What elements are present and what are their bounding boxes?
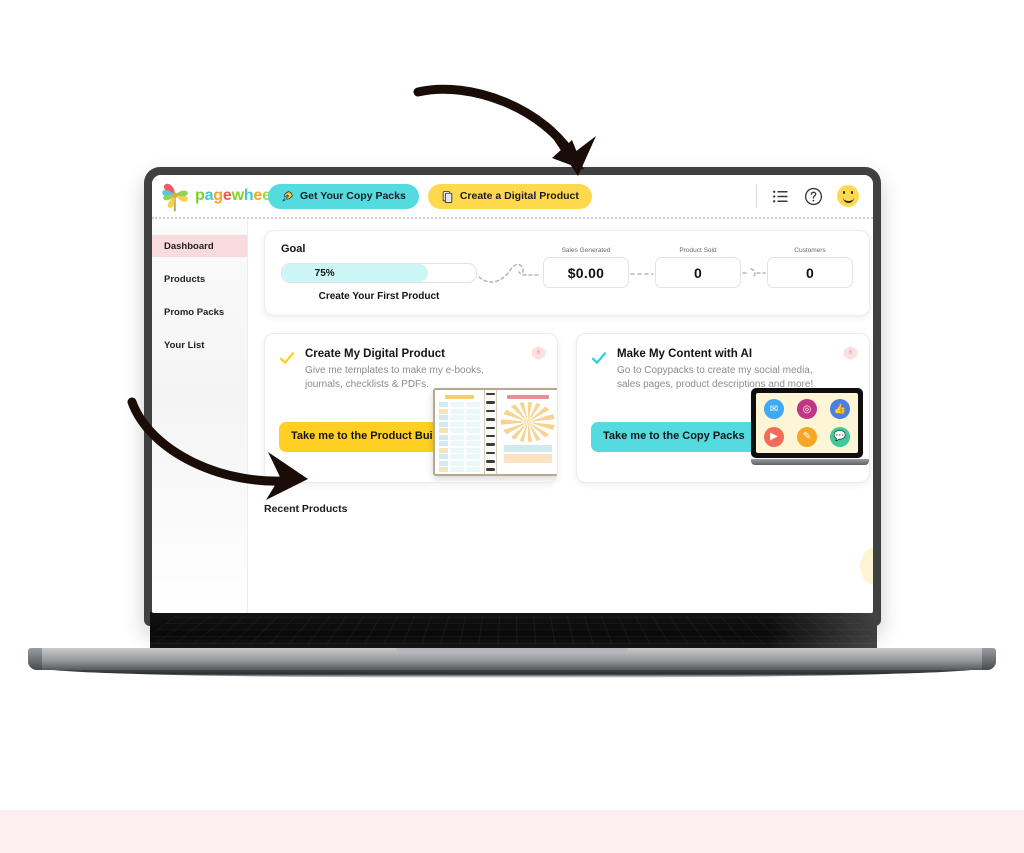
sidebar-item-dashboard[interactable]: Dashboard: [152, 235, 247, 257]
stat-value: 0: [767, 257, 853, 288]
brand-letter: e: [222, 187, 232, 204]
dotted-connector-1: [478, 263, 540, 283]
stat-label: Sales Generated: [561, 247, 611, 254]
email-icon: ✉: [764, 399, 784, 420]
goal-progress-label: 75%: [314, 267, 335, 279]
topbar-right-icons: [756, 185, 873, 207]
stat-label: Product Sold: [679, 247, 717, 254]
create-digital-product-button[interactable]: Create a Digital Product: [427, 183, 592, 209]
sidebar-item-your-list[interactable]: Your List: [152, 334, 247, 356]
thumbs-up-icon: 👍: [830, 399, 850, 420]
checkmark-icon: [591, 352, 607, 364]
mini-laptop-screen: ✉ ◎ 👍 ▶ ✎ 💬: [751, 388, 863, 458]
dotted-connector-2: [630, 272, 654, 275]
stat-value: 0: [655, 257, 741, 288]
rocket-icon: [282, 190, 293, 202]
planner-wheel-chart: [501, 402, 555, 442]
smiley-avatar[interactable]: [837, 185, 859, 207]
goal-subtitle: Create Your First Product: [318, 291, 440, 302]
question-circle-icon[interactable]: [804, 187, 823, 206]
sidebar-item-promo-packs[interactable]: Promo Packs: [152, 301, 247, 323]
sidebar-item-label: Dashboard: [164, 240, 214, 252]
card-title: Make My Content with AI: [617, 348, 753, 360]
card-header: Make My Content with AI Go to Copypacks …: [591, 348, 855, 392]
pinwheel-icon: [162, 183, 188, 212]
goal-card: Goal 75% Create Your First Product Sales…: [264, 230, 870, 316]
create-digital-product-label: Create a Digital Product: [459, 190, 579, 202]
brand-letter: h: [243, 187, 254, 204]
chat-widget-button[interactable]: [860, 545, 873, 587]
make-content-with-ai-card: 6 Make My Content with AI Go to Copypack…: [576, 333, 870, 483]
planner-notebook-image: [433, 388, 557, 476]
brand-letter: e: [253, 187, 263, 204]
topbar-actions: Get Your Copy Packs Create a Digital Pro…: [268, 183, 592, 209]
stat-sales-generated: Sales Generated $0.00: [543, 247, 629, 288]
planner-heading-bar: [507, 395, 549, 399]
planner-footer-band: [504, 445, 552, 452]
goal-progress-bar: 75%: [281, 263, 477, 283]
stat-value: $0.00: [543, 257, 629, 288]
stat-product-sold: Product Sold 0: [655, 247, 741, 288]
card-title: Create My Digital Product: [305, 348, 445, 360]
laptop-base-right-cap: [982, 648, 996, 670]
laptop-base: [28, 648, 996, 670]
planner-grid: [439, 402, 480, 474]
goal-stats-flow: Sales Generated $0.00 Product Sold 0 Cus…: [477, 243, 853, 288]
checkmark-icon: [279, 352, 295, 364]
mini-laptop-base: [751, 459, 869, 465]
brand-letter: p: [195, 187, 205, 204]
social-icons-grid: ✉ ◎ 👍 ▶ ✎ 💬: [756, 393, 858, 453]
brand-letter: w: [231, 187, 244, 204]
list-menu-icon[interactable]: [771, 187, 790, 206]
app-body: Dashboard Products Promo Packs Your List…: [152, 219, 873, 613]
laptop-base-left-cap: [28, 648, 42, 670]
screenshot-stage: pagewheel Get Your Copy Packs Create a D…: [0, 0, 1024, 853]
dotted-connector-3: [742, 267, 766, 278]
create-digital-product-card: 6 Create My Digital Product Give me temp…: [264, 333, 558, 483]
goal-title: Goal: [281, 243, 306, 255]
sidebar-item-label: Your List: [164, 339, 205, 351]
app-screen: pagewheel Get Your Copy Packs Create a D…: [152, 175, 873, 613]
main-content: Goal 75% Create Your First Product Sales…: [248, 219, 873, 613]
recent-products-heading: Recent Products: [264, 503, 348, 515]
planner-footer-band-2: [504, 454, 552, 463]
action-cards-row: 6 Create My Digital Product Give me temp…: [264, 333, 870, 483]
goal-progress-section: Goal 75% Create Your First Product: [281, 243, 477, 302]
planner-left-page: [435, 390, 484, 474]
note-icon: ✎: [797, 426, 817, 447]
bottom-pink-band: [0, 810, 1024, 853]
planner-right-page: [497, 390, 557, 474]
stat-label: Customers: [794, 247, 826, 254]
topbar-divider: [756, 185, 757, 207]
planner-heading-bar: [445, 395, 474, 399]
play-icon: ▶: [764, 426, 784, 447]
brand-wordmark: pagewheel: [195, 187, 275, 205]
brand-letter: g: [213, 187, 223, 204]
get-copy-packs-label: Get Your Copy Packs: [300, 190, 406, 202]
sidebar: Dashboard Products Promo Packs Your List: [152, 219, 248, 613]
app-topbar: pagewheel Get Your Copy Packs Create a D…: [152, 175, 873, 219]
laptop-social-icons-image: ✉ ◎ 👍 ▶ ✎ 💬: [751, 388, 869, 470]
get-copy-packs-button[interactable]: Get Your Copy Packs: [268, 183, 419, 209]
brand-logo[interactable]: pagewheel: [152, 179, 275, 213]
planner-spiral-binding: [484, 390, 497, 474]
stat-customers: Customers 0: [767, 247, 853, 288]
brand-letter: a: [204, 187, 214, 204]
card-header: Create My Digital Product Give me templa…: [279, 348, 543, 392]
sidebar-item-label: Products: [164, 273, 206, 285]
sidebar-item-products[interactable]: Products: [152, 268, 247, 290]
document-icon: [442, 190, 453, 203]
chat-icon: 💬: [830, 426, 850, 447]
sidebar-item-label: Promo Packs: [164, 306, 225, 318]
instagram-icon: ◎: [797, 399, 817, 420]
